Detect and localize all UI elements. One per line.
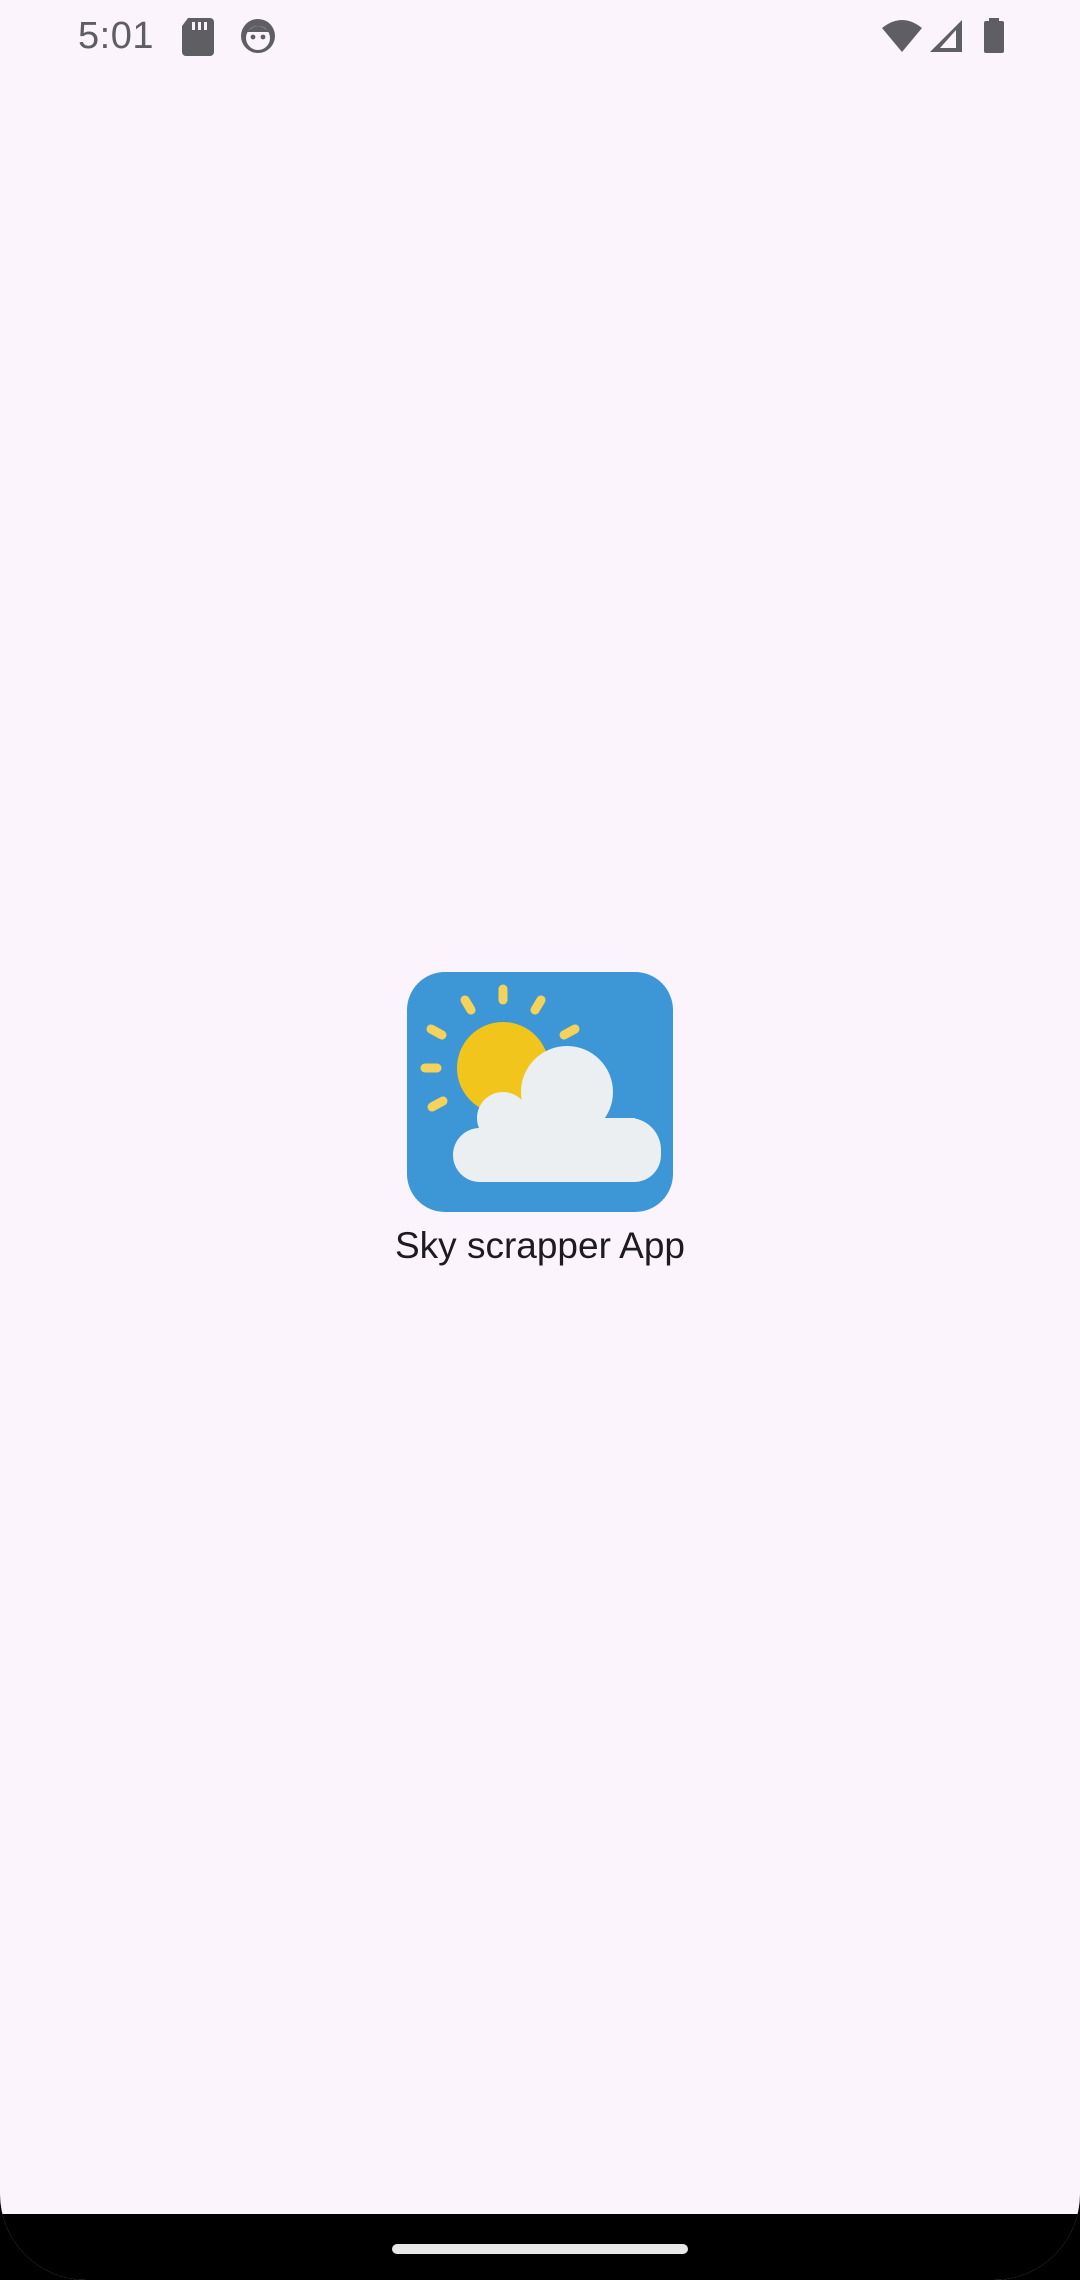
sun-cloud-icon [420,984,661,1182]
battery-icon [984,18,1004,53]
status-time: 5:01 [78,15,154,57]
wifi-icon [882,20,922,52]
home-gesture-handle[interactable] [392,2244,688,2254]
sd-card-icon [182,18,214,56]
navigation-bar [0,2214,1080,2280]
app-name-label: Sky scrapper App [395,1225,685,1266]
splash-content: Sky scrapper App [0,972,1080,1270]
signal-icon [930,20,962,52]
status-bar: 5:01 [0,0,1080,72]
app-logo-icon [407,972,673,1212]
splash-screen: 5:01 Sky scrapper App [0,0,1080,2280]
face-icon [241,19,275,53]
